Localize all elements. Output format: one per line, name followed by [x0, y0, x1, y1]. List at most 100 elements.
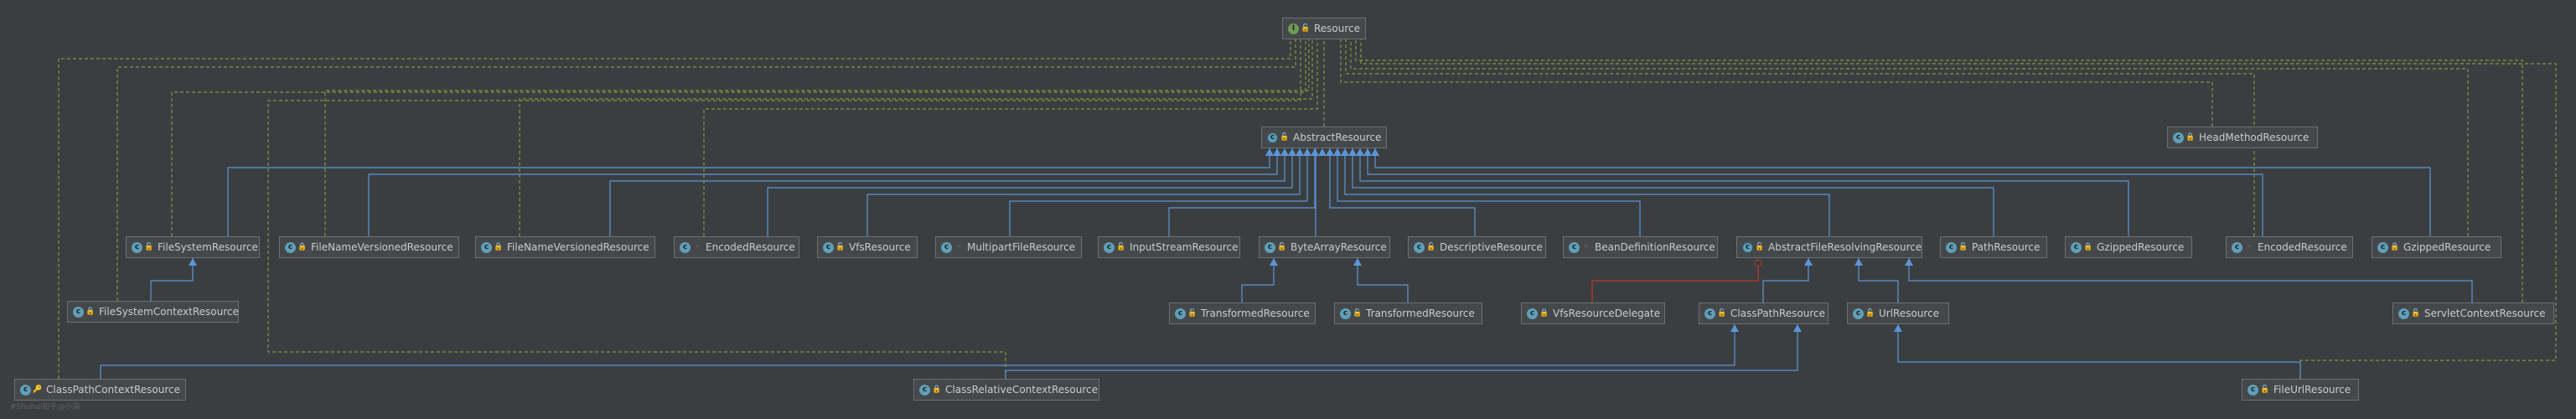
extends-edge — [368, 148, 1278, 236]
extends-edge — [1858, 258, 1899, 303]
node-abstract-resource[interactable]: c 🔓 AbstractResource — [1261, 127, 1387, 148]
extends-arrowhead — [1318, 148, 1327, 156]
node-descriptive-resource[interactable]: c 🔓 DescriptiveResource — [1408, 236, 1546, 258]
visibility-icon: 🔒 — [932, 385, 942, 394]
extends-arrowhead — [1265, 148, 1274, 156]
node-vfs-resource-delegate[interactable]: c 🔒 VfsResourceDelegate — [1521, 303, 1665, 324]
extends-arrowhead — [1311, 148, 1319, 156]
visibility-icon: 🔓 — [1755, 243, 1765, 251]
node-encoded-resource[interactable]: c ◦ EncodedResource — [674, 236, 799, 258]
visibility-icon: 🔓 — [1301, 24, 1311, 33]
node-label: MultipartFileResource — [967, 241, 1076, 253]
node-label: VfsResourceDelegate — [1553, 308, 1661, 319]
class-icon: c — [1527, 308, 1538, 319]
node-label: ClassPathResource — [1730, 308, 1825, 319]
class-icon: c — [1853, 308, 1864, 319]
node-byte-array-resource[interactable]: c 🔓 ByteArrayResource — [1259, 236, 1390, 258]
node-transformed-resource[interactable]: c 🔓 TransformedResource — [1334, 303, 1482, 324]
visibility-icon: 🔓 — [1277, 243, 1287, 251]
node-class-relative-context-resource[interactable]: c 🔒 ClassRelativeContextResource — [913, 379, 1099, 401]
class-icon: c — [2173, 132, 2184, 143]
class-icon: c — [1946, 241, 1957, 253]
node-file-name-versioned-resource[interactable]: c 🔒 FileNameVersionedResource — [279, 236, 459, 258]
extends-arrowhead — [1296, 148, 1304, 156]
node-multipart-file-resource[interactable]: c ◦ MultipartFileResource — [935, 236, 1082, 258]
node-class-path-resource[interactable]: c 🔓 ClassPathResource — [1699, 303, 1829, 324]
node-label: UrlResource — [1879, 308, 1940, 319]
node-vfs-resource[interactable]: c 🔓 VfsResource — [817, 236, 918, 258]
class-icon: c — [1265, 241, 1275, 253]
node-label: TransformedResource — [1366, 308, 1475, 319]
visibility-icon: 🔒 — [494, 243, 504, 251]
class-icon: c — [680, 241, 691, 253]
class-icon: c — [1704, 308, 1715, 319]
visibility-icon: 🔒 — [2185, 133, 2196, 142]
extends-edge — [227, 148, 1270, 236]
node-class-path-context-resource[interactable]: c 🔑 ClassPathContextResource — [14, 379, 186, 401]
node-gzipped-resource[interactable]: c 🔒 GzippedResource — [2372, 236, 2501, 258]
node-label: EncodedResource — [2258, 241, 2347, 253]
node-file-system-context-resource[interactable]: c 🔒 FileSystemContextResource — [67, 301, 239, 323]
extends-arrowhead — [1804, 258, 1813, 266]
extends-edge — [866, 148, 1301, 236]
extends-edge — [1897, 324, 2301, 379]
extends-arrowhead — [1303, 148, 1311, 156]
abstract-class-icon: c — [1267, 132, 1278, 143]
class-icon: c — [20, 384, 31, 396]
class-icon: c — [1340, 308, 1351, 319]
node-transformed-resource[interactable]: c 🔓 TransformedResource — [1169, 303, 1316, 324]
extends-edge — [1352, 148, 1994, 236]
class-icon: c — [941, 241, 952, 253]
node-label: HeadMethodResource — [2199, 132, 2310, 143]
implements-edge — [1340, 39, 2213, 127]
visibility-icon: 🔓 — [1426, 243, 1436, 251]
extends-arrowhead — [1348, 148, 1357, 156]
extends-edge — [1908, 258, 2473, 303]
visibility-icon: 🔒 — [2390, 243, 2400, 251]
visibility-icon: ◦ — [1584, 243, 1589, 251]
node-url-resource[interactable]: c 🔓 UrlResource — [1847, 303, 1949, 324]
visibility-icon: 🔓 — [144, 243, 154, 251]
node-label: Resource — [1314, 23, 1361, 34]
class-icon: c — [1569, 241, 1580, 253]
implements-edge — [1355, 39, 2523, 303]
node-abstract-file-resolving-resource[interactable]: c 🔓 AbstractFileResolvingResource — [1736, 236, 1922, 258]
extends-arrowhead — [189, 258, 197, 266]
node-label: InputStreamResource — [1130, 241, 1239, 253]
node-label: VfsResource — [849, 241, 911, 253]
class-icon: c — [823, 241, 834, 253]
node-input-stream-resource[interactable]: c 🔓 InputStreamResource — [1098, 236, 1240, 258]
visibility-icon: 🔒 — [2083, 243, 2093, 251]
node-file-url-resource[interactable]: c 🔓 FileUrlResource — [2242, 379, 2359, 401]
node-label: FileUrlResource — [2273, 384, 2351, 396]
class-icon: c — [481, 241, 492, 253]
node-bean-definition-resource[interactable]: c ◦ BeanDefinitionResource — [1563, 236, 1718, 258]
extends-edge — [1762, 258, 1809, 303]
visibility-icon: 🔓 — [2260, 385, 2270, 394]
implements-edge — [703, 39, 1318, 236]
node-path-resource[interactable]: c 🔓 PathResource — [1940, 236, 2047, 258]
node-label: ByteArrayResource — [1291, 241, 1387, 253]
visibility-icon: 🔓 — [1717, 309, 1727, 318]
extends-arrowhead — [1363, 148, 1372, 156]
extends-edge — [1357, 258, 1409, 303]
visibility-icon: 🔓 — [1865, 309, 1875, 318]
extends-edge — [1329, 148, 1476, 236]
node-label: ClassPathContextResource — [46, 384, 180, 396]
extends-edge — [1344, 148, 1830, 236]
node-gzipped-resource[interactable]: c 🔒 GzippedResource — [2065, 236, 2192, 258]
class-icon: c — [919, 384, 930, 396]
node-head-method-resource[interactable]: c 🔒 HeadMethodResource — [2167, 127, 2318, 148]
node-encoded-resource[interactable]: c ◦ EncodedResource — [2226, 236, 2353, 258]
extends-arrowhead — [1854, 258, 1863, 266]
node-servlet-context-resource[interactable]: c 🔓 ServletContextResource — [2392, 303, 2554, 324]
visibility-icon: 🔓 — [1353, 309, 1363, 318]
watermark: #Shuhai知乎@小柒 — [10, 403, 80, 411]
node-file-name-versioned-resource[interactable]: c 🔒 FileNameVersionedResource — [475, 236, 655, 258]
node-resource[interactable]: I 🔓 Resource — [1282, 18, 1366, 39]
visibility-icon: ◦ — [956, 243, 961, 251]
extends-arrowhead — [1894, 324, 1902, 332]
inner-class-marker — [1754, 259, 1762, 267]
visibility-icon: 🔓 — [1958, 243, 1968, 251]
node-file-system-resource[interactable]: c 🔓 FileSystemResource — [126, 236, 260, 258]
